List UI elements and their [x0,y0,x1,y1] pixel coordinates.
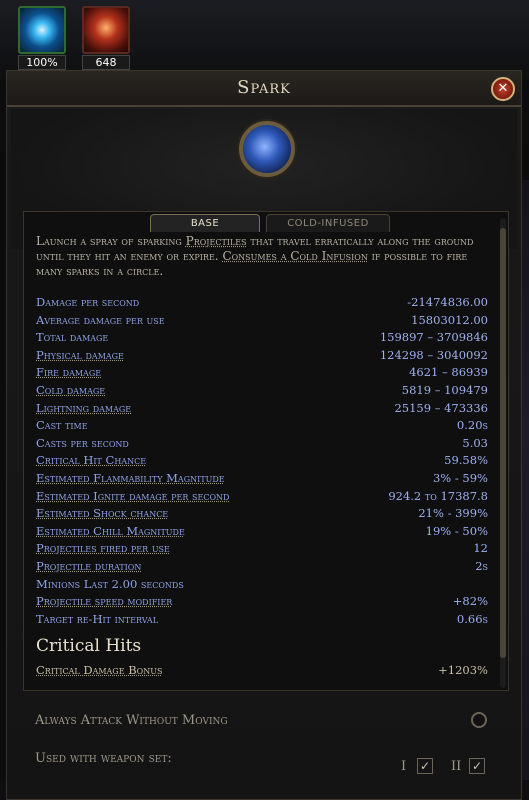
stat-label[interactable]: Critical Hit Chance [36,452,146,470]
stat-value: 2s [475,558,488,573]
stats-box: BASE COLD-INFUSED Launch a spray of spar… [23,211,509,691]
stat-row: Estimated Flammability Magnitude 3% - 59% [36,470,488,488]
stat-value: 15803012.00 [411,312,488,327]
always-attack-label: Always Attack Without Moving [35,713,228,728]
stat-value: 5.03 [462,435,488,450]
buff-bar: 100% 648 [18,6,132,70]
energy-buff-icon [18,6,66,54]
stat-value: 12 [473,541,488,556]
stat-value: 159897 – 3709846 [379,330,488,345]
stat-value: 21% - 399% [418,506,488,521]
stat-label[interactable]: Estimated Ignite damage per second [36,488,229,506]
stat-value: 59.58% [444,453,488,468]
stat-row: Damage per second -21474836.00 [36,294,488,312]
stat-label: Minions Last 2.00 seconds [36,576,184,591]
stat-value: 4621 – 86939 [409,365,488,380]
stats-scrollbar[interactable] [500,218,506,688]
stat-row: Cast time 0.20s [36,417,488,435]
tab-cold-infused[interactable]: COLD-INFUSED [266,214,390,232]
section-title-critical-hits: Critical Hits [36,636,142,656]
stat-label[interactable]: Projectiles fired per use [36,540,170,558]
stat-value: 924.2 to 17387.8 [388,488,488,503]
weapon-set-2-checkbox[interactable]: ✓ [469,758,485,774]
stat-row: Estimated Shock chance 21% - 399% [36,505,488,523]
stat-row: Projectiles fired per use 12 [36,540,488,558]
stat-row: Total damage 159897 – 3709846 [36,329,488,347]
stat-label[interactable]: Fire damage [36,364,101,382]
stat-row: Average damage per use 15803012.00 [36,312,488,330]
stat-value: 25159 – 473336 [394,400,488,415]
stat-row: Cold damage 5819 – 109479 [36,382,488,400]
critical-damage-label[interactable]: Critical Damage Bonus [36,662,162,678]
weapon-set-label: Used with weapon set: [35,751,172,766]
weapon-set-1-checkbox[interactable]: ✓ [417,758,433,774]
stat-label: Total damage [36,330,109,345]
close-button[interactable]: ✕ [491,77,515,101]
fire-buff-icon [82,6,130,54]
desc-text-1: Launch a spray of sparking [36,234,186,248]
critical-damage-row: Critical Damage Bonus +1203% [36,662,488,678]
stat-label[interactable]: Estimated Shock chance [36,505,168,523]
stat-label: Cast time [36,418,88,433]
buff-energy[interactable]: 100% [18,6,68,70]
stat-label[interactable]: Projectile speed modifier [36,593,172,611]
stat-value: 0.66s [456,611,488,626]
stat-value: 3% - 59% [432,470,488,485]
always-attack-toggle[interactable] [471,712,487,728]
stat-row: Physical damage 124298 – 3040092 [36,347,488,365]
stat-label[interactable]: Physical damage [36,347,124,365]
stat-row: Casts per second 5.03 [36,435,488,453]
title-bar: Spark ✕ [7,71,521,107]
stat-row: Projectile speed modifier +82% [36,593,488,611]
stat-row: Fire damage 4621 – 86939 [36,364,488,382]
stat-row: Critical Hit Chance 59.58% [36,452,488,470]
stat-label: Average damage per use [36,312,165,327]
stat-label[interactable]: Estimated Chill Magnitude [36,523,185,541]
panel-title: Spark [237,77,291,98]
stat-row: Lightning damage 25159 – 473336 [36,400,488,418]
stat-value: 0.20s [456,418,488,433]
stat-row: Estimated Chill Magnitude 19% - 50% [36,523,488,541]
buff-fire[interactable]: 648 [82,6,132,70]
stat-list: Damage per second -21474836.00 Average da… [36,294,488,628]
weapon-set-1-label: I [401,759,407,774]
stat-label: Damage per second [36,295,140,309]
stat-value: 5819 – 109479 [401,382,488,397]
buff-fire-value: 648 [82,55,130,70]
stat-value: 124298 – 3040092 [379,347,488,362]
stat-label[interactable]: Lightning damage [36,400,131,418]
stat-label[interactable]: Estimated Flammability Magnitude [36,470,225,488]
stat-label: Casts per second [36,435,129,450]
stat-row: Target re-Hit interval 0.66s [36,611,488,629]
spark-skill-icon [239,121,295,177]
tab-base[interactable]: BASE [150,214,260,232]
buff-energy-value: 100% [18,55,66,70]
stat-row: Estimated Ignite damage per second 924.2 … [36,488,488,506]
stat-row: Projectile duration 2s [36,558,488,576]
weapon-set-2-label: II [451,759,462,774]
scrollbar-thumb[interactable] [500,228,506,658]
stat-label: Target re-Hit interval [36,611,159,626]
stat-label[interactable]: Projectile duration [36,558,141,576]
keyword-cold-infusion[interactable]: Consumes a Cold Infusion [222,249,367,263]
stat-value: 19% - 50% [425,523,488,538]
skill-description: Launch a spray of sparking Projectiles t… [36,234,486,279]
keyword-projectiles[interactable]: Projectiles [186,234,247,248]
skill-detail-panel: Spark ✕ BASE COLD-INFUSED Launch a spray… [6,70,522,800]
stat-row: Minions Last 2.00 seconds [36,576,488,594]
stat-value: -21474836.00 [407,295,488,309]
stat-label[interactable]: Cold damage [36,382,105,400]
critical-damage-value: +1203% [438,663,488,677]
stat-value: +82% [452,594,488,609]
tab-bar: BASE COLD-INFUSED [150,214,390,232]
